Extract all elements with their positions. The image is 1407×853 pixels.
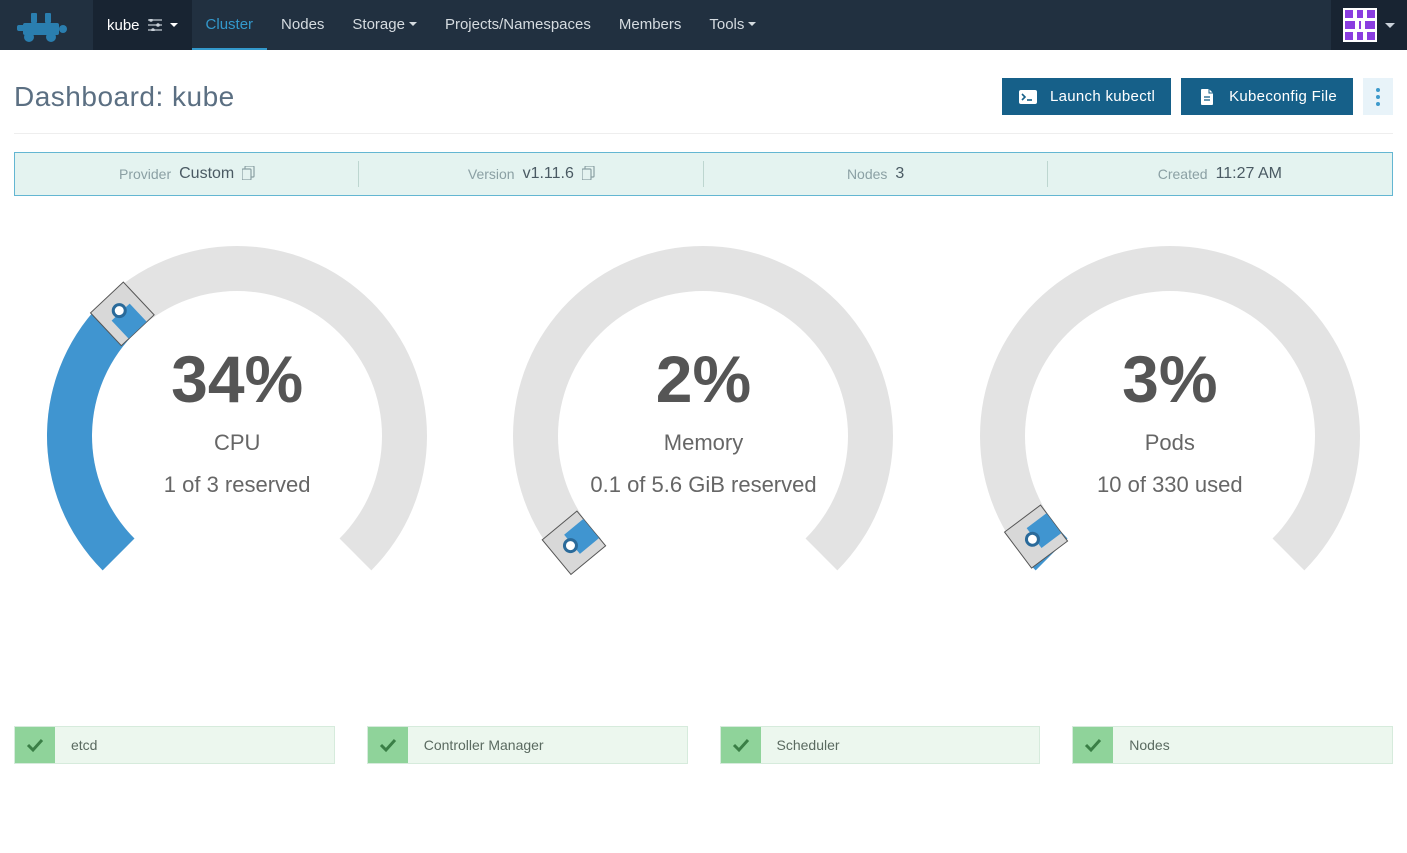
page-title: Dashboard: kube: [14, 81, 235, 113]
page-header: Dashboard: kube Launch kubectl Kubeconfi…: [14, 64, 1393, 134]
chevron-down-icon: [1385, 23, 1395, 28]
status-etcd[interactable]: etcd: [14, 726, 335, 764]
gauge-memory: 2% Memory 0.1 of 5.6 GiB reserved: [480, 236, 926, 596]
gauge-memory-title: Memory: [480, 430, 926, 456]
gauges-row: 34% CPU 1 of 3 reserved 2% Memory 0.1 of…: [14, 236, 1393, 596]
gauge-cpu: 34% CPU 1 of 3 reserved: [14, 236, 460, 596]
tab-members[interactable]: Members: [605, 0, 696, 50]
copy-icon[interactable]: [582, 166, 595, 183]
status-nodes[interactable]: Nodes: [1072, 726, 1393, 764]
info-created: Created 11:27 AM: [1048, 153, 1392, 195]
tab-tools[interactable]: Tools: [695, 0, 770, 50]
gauge-memory-percent: 2%: [480, 346, 926, 412]
status-scheduler[interactable]: Scheduler: [720, 726, 1041, 764]
gauge-memory-sub: 0.1 of 5.6 GiB reserved: [480, 472, 926, 498]
tab-cluster[interactable]: Cluster: [192, 0, 268, 50]
status-row: etcd Controller Manager Scheduler Nodes: [14, 726, 1393, 764]
menu-icon: [148, 19, 162, 31]
avatar: [1343, 8, 1377, 42]
tab-storage[interactable]: Storage: [338, 0, 431, 50]
nav-tabs: Cluster Nodes Storage Projects/Namespace…: [192, 0, 771, 50]
chevron-down-icon: [748, 22, 756, 26]
tab-nodes[interactable]: Nodes: [267, 0, 338, 50]
info-bar: Provider Custom Version v1.11.6 Nodes 3 …: [14, 152, 1393, 196]
more-actions-button[interactable]: [1363, 78, 1393, 115]
copy-icon[interactable]: [242, 166, 255, 183]
chevron-down-icon: [409, 22, 417, 26]
check-icon: [368, 727, 408, 763]
gauge-pods-title: Pods: [947, 430, 1393, 456]
kubeconfig-file-button[interactable]: Kubeconfig File: [1181, 78, 1353, 115]
info-version: Version v1.11.6: [359, 153, 703, 195]
cluster-name: kube: [107, 17, 140, 34]
header-actions: Launch kubectl Kubeconfig File: [1002, 78, 1393, 115]
check-icon: [15, 727, 55, 763]
gauge-pods-percent: 3%: [947, 346, 1393, 412]
cluster-selector[interactable]: kube: [93, 0, 192, 50]
logo[interactable]: [0, 0, 93, 50]
chevron-down-icon: [170, 23, 178, 27]
check-icon: [721, 727, 761, 763]
gauge-pods-sub: 10 of 330 used: [947, 472, 1393, 498]
gauge-cpu-sub: 1 of 3 reserved: [14, 472, 460, 498]
status-controller-manager[interactable]: Controller Manager: [367, 726, 688, 764]
file-icon: [1197, 89, 1217, 105]
info-provider: Provider Custom: [15, 153, 359, 195]
rancher-logo-icon: [15, 5, 79, 45]
gauge-cpu-title: CPU: [14, 430, 460, 456]
launch-kubectl-button[interactable]: Launch kubectl: [1002, 78, 1171, 115]
top-nav: kube Cluster Nodes Storage Projects/Name…: [0, 0, 1407, 50]
gauge-cpu-percent: 34%: [14, 346, 460, 412]
tab-projects[interactable]: Projects/Namespaces: [431, 0, 605, 50]
gauge-pods: 3% Pods 10 of 330 used: [947, 236, 1393, 596]
kebab-icon: [1376, 88, 1380, 106]
check-icon: [1073, 727, 1113, 763]
user-menu[interactable]: [1331, 0, 1407, 50]
terminal-icon: [1018, 90, 1038, 104]
info-nodes: Nodes 3: [704, 153, 1048, 195]
